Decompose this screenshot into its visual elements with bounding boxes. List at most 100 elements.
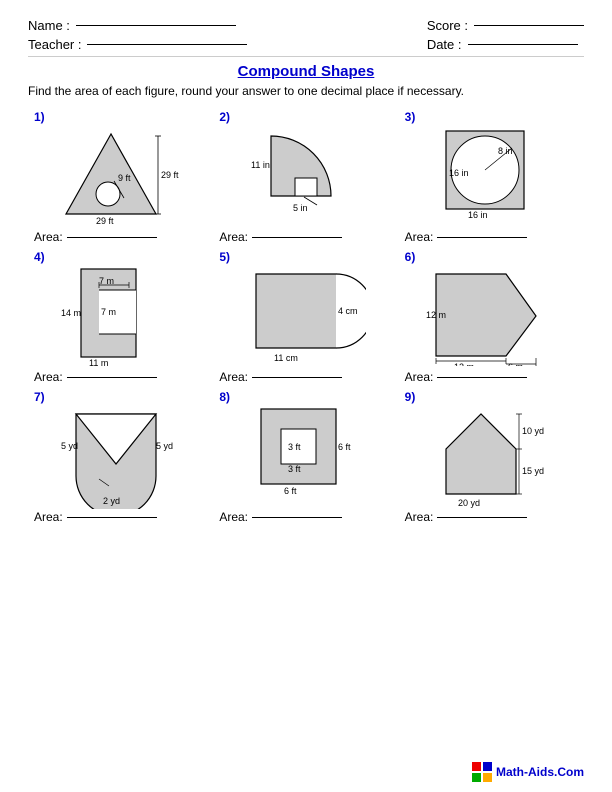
svg-text:29 ft: 29 ft [161, 170, 179, 180]
svg-8: 3 ft 3 ft 6 ft 6 ft [246, 404, 366, 509]
figure-9: 10 yd 15 yd 20 yd [405, 406, 578, 506]
area-line-7 [67, 517, 157, 518]
svg-text:5 yd: 5 yd [61, 441, 78, 451]
svg-text:11 m: 11 m [89, 358, 108, 368]
score-line [474, 25, 584, 26]
svg-text:29 ft: 29 ft [96, 216, 114, 226]
svg-text:14 m: 14 m [61, 308, 81, 318]
svg-text:12 m: 12 m [426, 310, 446, 320]
header-right: Score : Date : [427, 18, 584, 52]
svg-text:12 m: 12 m [454, 362, 474, 366]
footer-text: Math-Aids.Com [496, 765, 584, 779]
problem-3-number: 3) [405, 110, 416, 124]
page-title: Compound Shapes [28, 63, 584, 80]
area-line-1 [67, 237, 157, 238]
area-line-9 [437, 517, 527, 518]
problems-grid: 1) 9 ft 29 ft 29 ft [28, 106, 584, 526]
figure-4: 7 m 7 m 14 m 11 m [34, 266, 207, 366]
svg-text:4 cm: 4 cm [338, 306, 358, 316]
svg-5: 4 cm 11 cm [246, 266, 366, 366]
svg-text:7 m: 7 m [101, 307, 116, 317]
svg-text:16 in: 16 in [449, 168, 469, 178]
problem-7: 7) 5 yd 5 yd 2 yd Area: [28, 386, 213, 526]
svg-2: 11 in 5 in [251, 126, 361, 226]
svg-text:6 ft: 6 ft [338, 442, 351, 452]
problem-6-number: 6) [405, 250, 416, 264]
date-label: Date : [427, 37, 462, 52]
problem-2-number: 2) [219, 110, 230, 124]
header: Name : Teacher : Score : Date : [28, 18, 584, 52]
footer-logo-icon [472, 762, 492, 782]
svg-text:20 yd: 20 yd [458, 498, 480, 508]
svg-text:5 yd: 5 yd [156, 441, 173, 451]
problem-7-number: 7) [34, 390, 45, 404]
page: Name : Teacher : Score : Date : Compound… [0, 0, 612, 792]
area-line-2 [252, 237, 342, 238]
svg-text:2 yd: 2 yd [103, 496, 120, 506]
score-row: Score : [427, 18, 584, 33]
svg-9: 10 yd 15 yd 20 yd [426, 404, 556, 509]
svg-4: 7 m 7 m 14 m 11 m [61, 264, 181, 369]
problem-6: 6) 12 m 12 m 6 m [399, 246, 584, 386]
figure-3: 16 in 16 in 8 in [405, 126, 578, 226]
area-label-6: Area: [405, 370, 528, 384]
teacher-row: Teacher : [28, 37, 247, 52]
area-line-6 [437, 377, 527, 378]
area-line-8 [252, 517, 342, 518]
svg-6: 12 m 12 m 6 m [426, 266, 556, 366]
name-line [76, 25, 236, 26]
problem-5-number: 5) [219, 250, 230, 264]
figure-6: 12 m 12 m 6 m [405, 266, 578, 366]
problem-1-number: 1) [34, 110, 45, 124]
problem-8: 8) 3 ft 3 ft 6 ft 6 ft Ar [213, 386, 398, 526]
problem-3: 3) 16 in 16 in 8 in Area: [399, 106, 584, 246]
teacher-label: Teacher : [28, 37, 81, 52]
area-label-2: Area: [219, 230, 342, 244]
problem-8-number: 8) [219, 390, 230, 404]
figure-2: 11 in 5 in [219, 126, 392, 226]
svg-text:6 m: 6 m [508, 362, 523, 366]
svg-1: 9 ft 29 ft 29 ft [56, 126, 186, 226]
svg-3: 16 in 16 in 8 in [436, 126, 546, 226]
name-label: Name : [28, 18, 70, 33]
svg-text:6 ft: 6 ft [284, 486, 297, 496]
problem-4-number: 4) [34, 250, 45, 264]
area-label-9: Area: [405, 510, 528, 524]
area-line-4 [67, 377, 157, 378]
problem-9-number: 9) [405, 390, 416, 404]
name-row: Name : [28, 18, 247, 33]
footer: Math-Aids.Com [472, 762, 584, 782]
area-label-5: Area: [219, 370, 342, 384]
svg-7: 5 yd 5 yd 2 yd [61, 404, 181, 509]
svg-text:3 ft: 3 ft [288, 442, 301, 452]
figure-5: 4 cm 11 cm [219, 266, 392, 366]
area-label-7: Area: [34, 510, 157, 524]
svg-text:11 in: 11 in [251, 160, 270, 170]
problem-5: 5) 4 cm 11 cm Area: [213, 246, 398, 386]
problem-2: 2) 11 in 5 in Area: [213, 106, 398, 246]
svg-text:10 yd: 10 yd [522, 426, 544, 436]
svg-text:8 in: 8 in [498, 146, 513, 156]
svg-text:16 in: 16 in [468, 210, 488, 220]
problem-9: 9) 10 yd 15 yd 20 yd [399, 386, 584, 526]
instructions: Find the area of each figure, round your… [28, 84, 584, 98]
area-label-1: Area: [34, 230, 157, 244]
area-label-8: Area: [219, 510, 342, 524]
date-line [468, 44, 578, 45]
svg-text:15 yd: 15 yd [522, 466, 544, 476]
figure-1: 9 ft 29 ft 29 ft [34, 126, 207, 226]
area-line-5 [252, 377, 342, 378]
date-row: Date : [427, 37, 584, 52]
svg-text:3 ft: 3 ft [288, 464, 301, 474]
problem-1: 1) 9 ft 29 ft 29 ft [28, 106, 213, 246]
area-label-4: Area: [34, 370, 157, 384]
svg-text:9 ft: 9 ft [118, 173, 131, 183]
area-label-3: Area: [405, 230, 528, 244]
svg-text:7 m: 7 m [99, 276, 114, 286]
figure-7: 5 yd 5 yd 2 yd [34, 406, 207, 506]
header-divider [28, 56, 584, 57]
svg-text:5 in: 5 in [293, 203, 308, 213]
area-line-3 [437, 237, 527, 238]
teacher-line [87, 44, 247, 45]
figure-8: 3 ft 3 ft 6 ft 6 ft [219, 406, 392, 506]
